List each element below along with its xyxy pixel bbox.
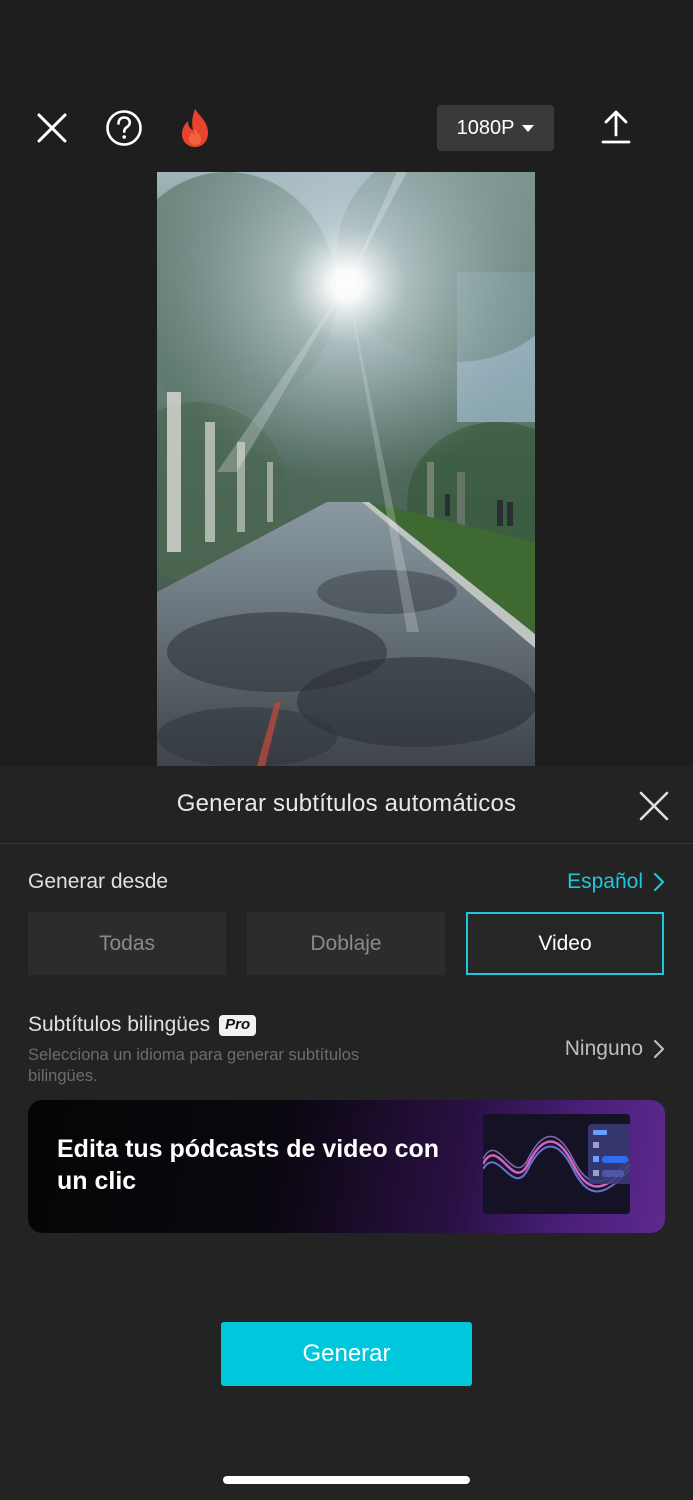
fire-icon [182, 109, 208, 147]
close-editor-button[interactable] [30, 106, 74, 150]
source-option-todas[interactable]: Todas [28, 912, 226, 975]
bilingual-subtitles-description: Selecciona un idioma para generar subtít… [28, 1046, 360, 1085]
language-value: Español [567, 870, 643, 893]
generate-from-label: Generar desde [28, 870, 169, 893]
home-indicator[interactable] [223, 1476, 470, 1484]
close-sheet-button[interactable] [634, 786, 674, 826]
video-preview[interactable] [157, 172, 535, 766]
bilingual-subtitles-label: Subtítulos bilingües [28, 1013, 211, 1036]
chevron-right-icon [653, 1039, 665, 1059]
language-selector[interactable]: Español [520, 867, 665, 897]
resolution-label: 1080P [456, 116, 515, 139]
bilingual-subtitles-title: Subtítulos bilingües Pro [28, 1013, 257, 1037]
close-icon [37, 113, 67, 143]
video-frame-image [157, 172, 535, 766]
pro-flame-button[interactable] [173, 104, 217, 152]
source-option-doblaje[interactable]: Doblaje [247, 912, 445, 975]
sheet-title: Generar subtítulos automáticos [176, 790, 517, 817]
sheet-header: Generar subtítulos automáticos [0, 766, 693, 844]
editor-top-area: 1080P [0, 0, 693, 766]
bilingual-language-selector[interactable]: Ninguno [520, 1034, 665, 1064]
resolution-dropdown[interactable]: 1080P [437, 105, 554, 151]
podcast-promo-banner[interactable]: Edita tus pódcasts de video con un clic [28, 1100, 665, 1233]
promo-banner-text: Edita tus pódcasts de video con un clic [57, 1135, 440, 1195]
export-button[interactable] [594, 104, 638, 150]
generate-button[interactable]: Generar [221, 1322, 472, 1386]
bilingual-value: Ninguno [564, 1037, 643, 1060]
close-icon [639, 791, 669, 821]
source-option-video[interactable]: Video [466, 912, 664, 975]
auto-subtitles-sheet: Generar subtítulos automáticos Generar d… [0, 766, 693, 1500]
help-button[interactable] [102, 106, 146, 150]
pro-badge: Pro [219, 1014, 257, 1036]
help-icon [106, 110, 142, 146]
caret-down-icon [522, 124, 535, 132]
promo-banner-artwork [483, 1114, 630, 1214]
chevron-right-icon [653, 872, 665, 892]
upload-icon [601, 110, 631, 144]
